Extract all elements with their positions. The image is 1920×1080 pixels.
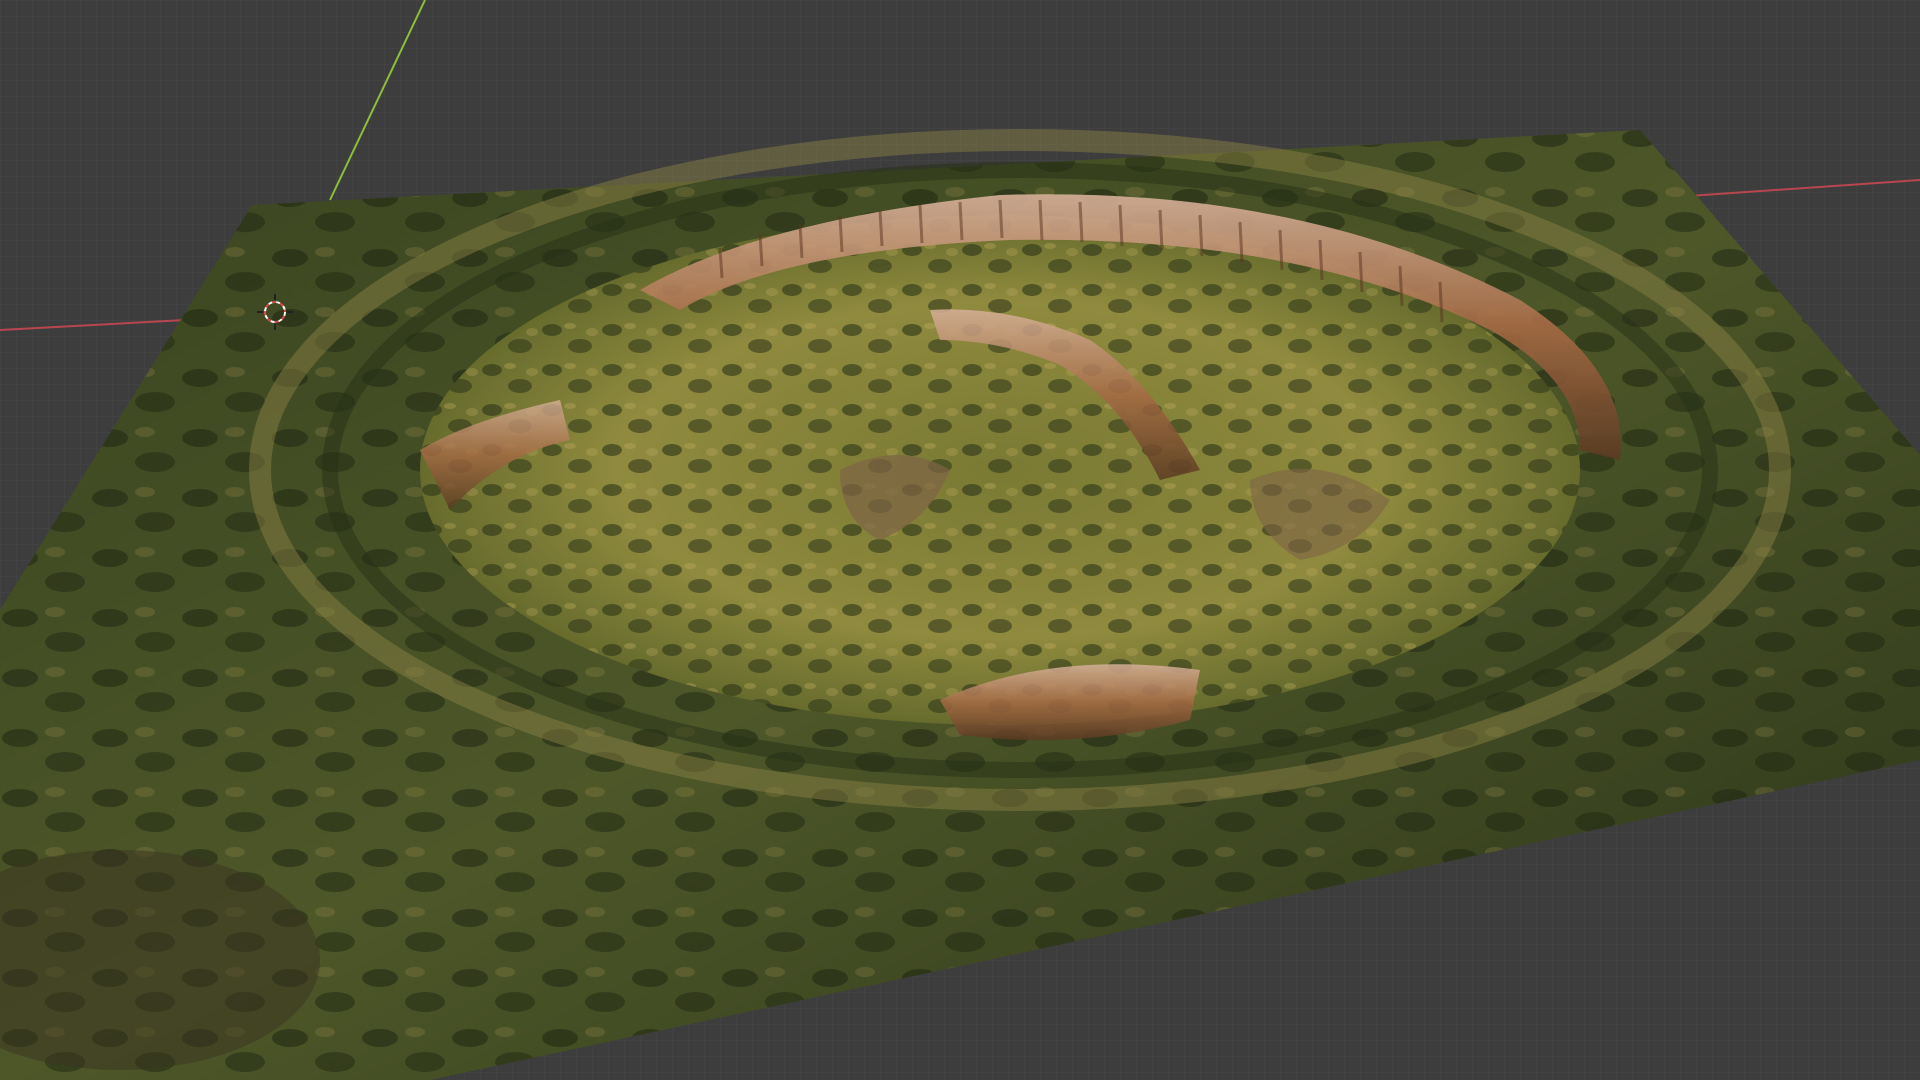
viewport-canvas[interactable]	[0, 0, 1920, 1080]
3d-viewport[interactable]	[0, 0, 1920, 1080]
